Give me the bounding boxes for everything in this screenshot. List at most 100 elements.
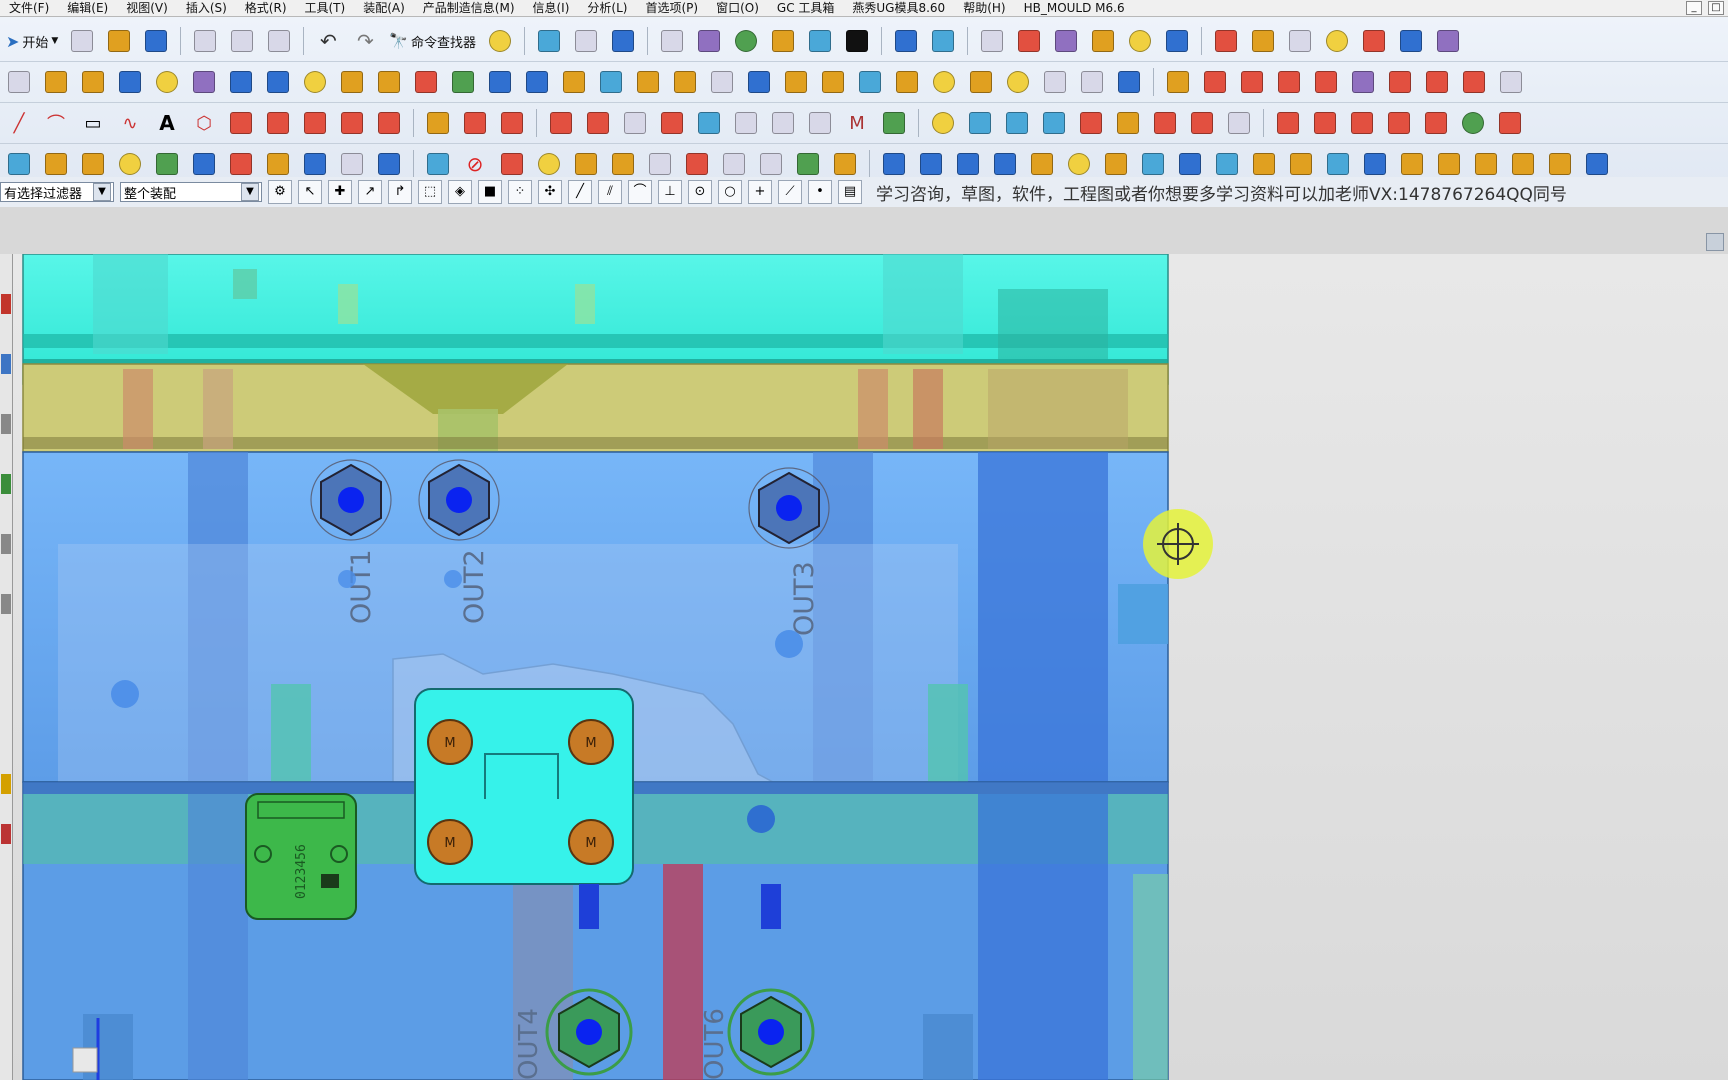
ball-icon[interactable] [298, 65, 332, 99]
cross-icon[interactable] [1283, 24, 1317, 58]
menu-format[interactable]: 格式(R) [236, 0, 296, 16]
through-curves-icon[interactable] [1185, 106, 1219, 140]
star-icon[interactable] [483, 24, 517, 58]
menu-view[interactable]: 视图(V) [117, 0, 177, 16]
menu-tools[interactable]: 工具(T) [296, 0, 355, 16]
menu-edit[interactable]: 编辑(E) [58, 0, 117, 16]
select-region-icon[interactable]: ✚ [328, 180, 352, 204]
delete-face-icon[interactable]: ⊘ [458, 147, 492, 181]
line-icon[interactable]: ╱ [2, 106, 36, 140]
mold-tool-2-icon[interactable] [914, 147, 948, 181]
snap-end-icon[interactable]: ✣ [538, 180, 562, 204]
stack-icon[interactable] [1075, 65, 1109, 99]
pad-icon[interactable] [557, 65, 591, 99]
resource-tab-4[interactable] [1, 474, 11, 494]
offset-region-icon[interactable] [76, 147, 110, 181]
snap-point-icon[interactable]: • [808, 180, 832, 204]
mold-tool-5-icon[interactable] [1025, 147, 1059, 181]
spline-icon[interactable] [261, 106, 295, 140]
play-icon[interactable] [1160, 24, 1194, 58]
csys-icon[interactable] [791, 147, 825, 181]
mold-tool-15-icon[interactable] [1395, 147, 1429, 181]
snap-cross-icon[interactable]: + [748, 180, 772, 204]
cylinder2-icon[interactable] [261, 65, 295, 99]
cut-icon[interactable] [188, 24, 222, 58]
diamond-icon[interactable] [1493, 106, 1527, 140]
extend-curve-icon[interactable] [495, 106, 529, 140]
palette-icon[interactable] [532, 147, 566, 181]
trim-curve-icon[interactable] [458, 106, 492, 140]
component-icon[interactable] [926, 24, 960, 58]
point-set-icon[interactable] [655, 106, 689, 140]
bridge-icon[interactable] [618, 106, 652, 140]
snap-center-icon[interactable]: ⊙ [688, 180, 712, 204]
mold-tool-6-icon[interactable] [1062, 147, 1096, 181]
resource-tab-6[interactable] [1, 594, 11, 614]
draft-icon[interactable] [1320, 24, 1354, 58]
polygon-icon[interactable]: ⬡ [187, 106, 221, 140]
mold-part-icon[interactable] [1235, 65, 1269, 99]
snap-line-icon[interactable]: ╱ [568, 180, 592, 204]
list-icon[interactable] [1580, 147, 1614, 181]
mold-tool-9-icon[interactable] [1173, 147, 1207, 181]
open-folder-icon[interactable] [102, 24, 136, 58]
mold-insert-icon[interactable] [1272, 65, 1306, 99]
ruled-icon[interactable] [1148, 106, 1182, 140]
layers-icon[interactable] [1038, 65, 1072, 99]
sweep-icon[interactable] [594, 65, 628, 99]
start-button[interactable]: ➤ 开始 ▼ [2, 32, 62, 51]
rectangle-icon[interactable]: ▭ [76, 106, 110, 140]
menu-help[interactable]: 帮助(H) [954, 0, 1014, 16]
menu-gc-toolbox[interactable]: GC 工具箱 [768, 0, 844, 16]
snap-tangent-icon[interactable]: ⟋ [778, 180, 802, 204]
mold-tool-17-icon[interactable] [1506, 147, 1540, 181]
offset-surface-icon[interactable] [1345, 106, 1379, 140]
offset-icon[interactable] [779, 65, 813, 99]
snap-midpoint-icon[interactable]: ⫽ [598, 180, 622, 204]
select-body-icon[interactable]: ◈ [448, 180, 472, 204]
mold-base-icon[interactable] [1198, 65, 1232, 99]
ruler-icon[interactable] [1246, 24, 1280, 58]
wave-icon[interactable] [1123, 24, 1157, 58]
resource-tab-5[interactable] [1, 534, 11, 554]
m-icon[interactable]: M [840, 106, 874, 140]
point-icon[interactable] [495, 147, 529, 181]
background-icon[interactable] [840, 24, 874, 58]
mold-tool-10-icon[interactable] [1210, 147, 1244, 181]
move-face-icon[interactable] [2, 147, 36, 181]
anchor-icon[interactable] [754, 147, 788, 181]
graphics-window[interactable]: OUT1 OUT2 OUT3 M M M M 0123456 OUT4 OUT6 [13, 254, 1728, 1080]
surface-mesh-icon[interactable] [1000, 106, 1034, 140]
section-icon[interactable] [544, 106, 578, 140]
resize-icon[interactable] [421, 147, 455, 181]
thicken-icon[interactable] [816, 65, 850, 99]
group-face-icon[interactable] [335, 147, 369, 181]
snap-all-icon[interactable]: ⁘ [508, 180, 532, 204]
command-finder-button[interactable]: 🔭 命令查找器 [385, 32, 480, 51]
copy-icon[interactable] [225, 24, 259, 58]
pattern-icon[interactable] [372, 65, 406, 99]
solid-icon[interactable] [1112, 65, 1146, 99]
select-part-icon[interactable]: ■ [478, 180, 502, 204]
sphere-icon[interactable] [729, 24, 763, 58]
mold-cavity-icon[interactable] [1309, 65, 1343, 99]
polyline-icon[interactable]: ∿ [113, 106, 147, 140]
subtract-icon[interactable] [890, 65, 924, 99]
trim-sheet-icon[interactable] [1382, 106, 1416, 140]
select-tangent-icon[interactable]: ↱ [388, 180, 412, 204]
new-file-icon[interactable] [65, 24, 99, 58]
spline-face-icon[interactable] [680, 147, 714, 181]
mold-cooling-icon[interactable] [1457, 65, 1491, 99]
intersect-icon[interactable] [927, 65, 961, 99]
mold-tool-8-icon[interactable] [1136, 147, 1170, 181]
menu-hb-mould[interactable]: HB_MOULD M6.6 [1015, 0, 1134, 16]
measure-icon[interactable] [1209, 24, 1243, 58]
green-feature-icon[interactable] [446, 65, 480, 99]
save-icon[interactable] [139, 24, 173, 58]
surface-icon[interactable] [705, 65, 739, 99]
selection-icon[interactable] [606, 24, 640, 58]
orange-box-icon[interactable] [569, 147, 603, 181]
menu-pmi[interactable]: 产品制造信息(M) [414, 0, 524, 16]
n-side-icon[interactable] [1074, 106, 1108, 140]
mold-ejector-icon[interactable] [1420, 65, 1454, 99]
